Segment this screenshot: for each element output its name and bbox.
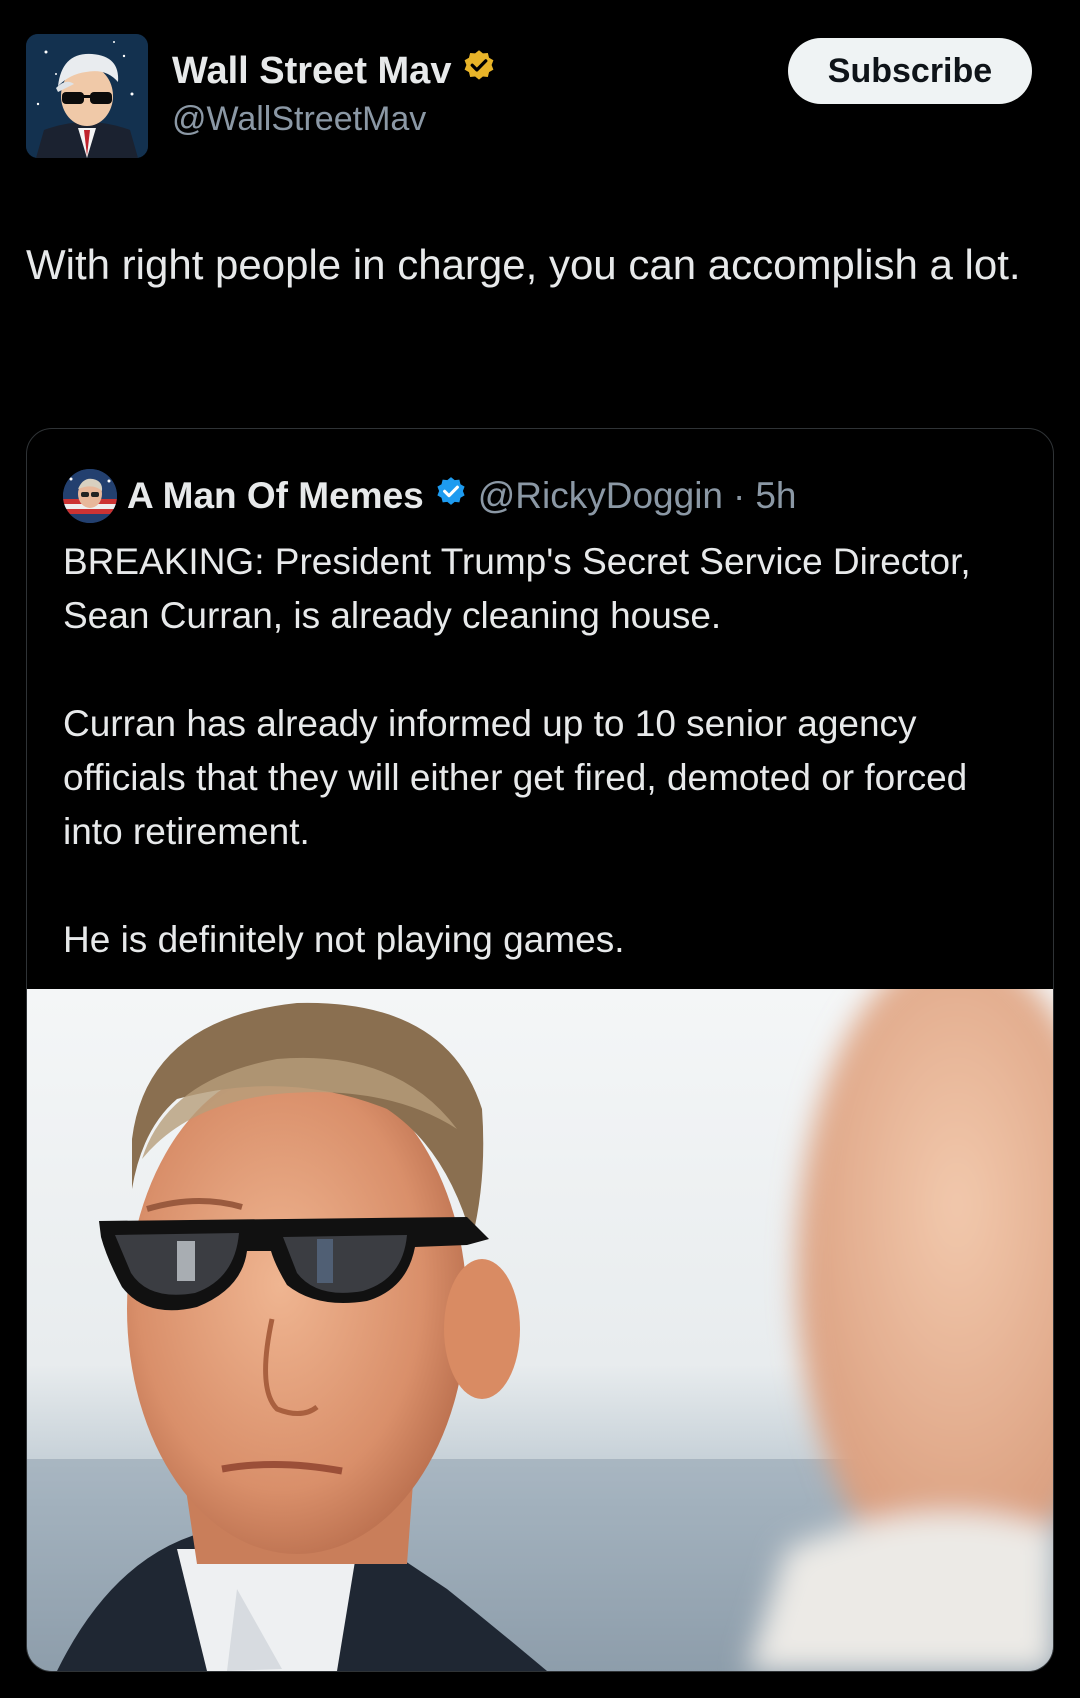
quoted-timestamp[interactable]: 5h	[755, 475, 796, 517]
author-avatar[interactable]	[26, 34, 148, 158]
quoted-tweet-card[interactable]: A Man Of Memes @RickyDoggin · 5h BREAKIN…	[26, 428, 1054, 1672]
tweet-text: With right people in charge, you can acc…	[26, 241, 1021, 288]
author-name[interactable]: Wall Street Mav	[172, 50, 451, 93]
subscribe-button[interactable]: Subscribe	[788, 38, 1032, 104]
blue-verified-icon	[434, 475, 468, 518]
quoted-text: BREAKING: President Trump's Secret Servi…	[63, 541, 971, 960]
quoted-author-name[interactable]: A Man Of Memes	[127, 475, 424, 517]
quoted-author-handle[interactable]: @RickyDoggin	[478, 475, 723, 517]
author-handle[interactable]: @WallStreetMav	[172, 100, 497, 139]
quoted-header: A Man Of Memes @RickyDoggin · 5h	[63, 469, 797, 523]
quoted-photo[interactable]	[27, 949, 1053, 1671]
time-separator: ·	[733, 475, 746, 516]
tweet-header: Wall Street Mav @WallStreetMav Subscribe	[0, 0, 1080, 200]
author-name-row[interactable]: Wall Street Mav	[172, 48, 497, 94]
author-block: Wall Street Mav @WallStreetMav	[172, 48, 497, 139]
quoted-avatar[interactable]	[63, 469, 117, 523]
gold-verified-icon	[461, 48, 497, 94]
